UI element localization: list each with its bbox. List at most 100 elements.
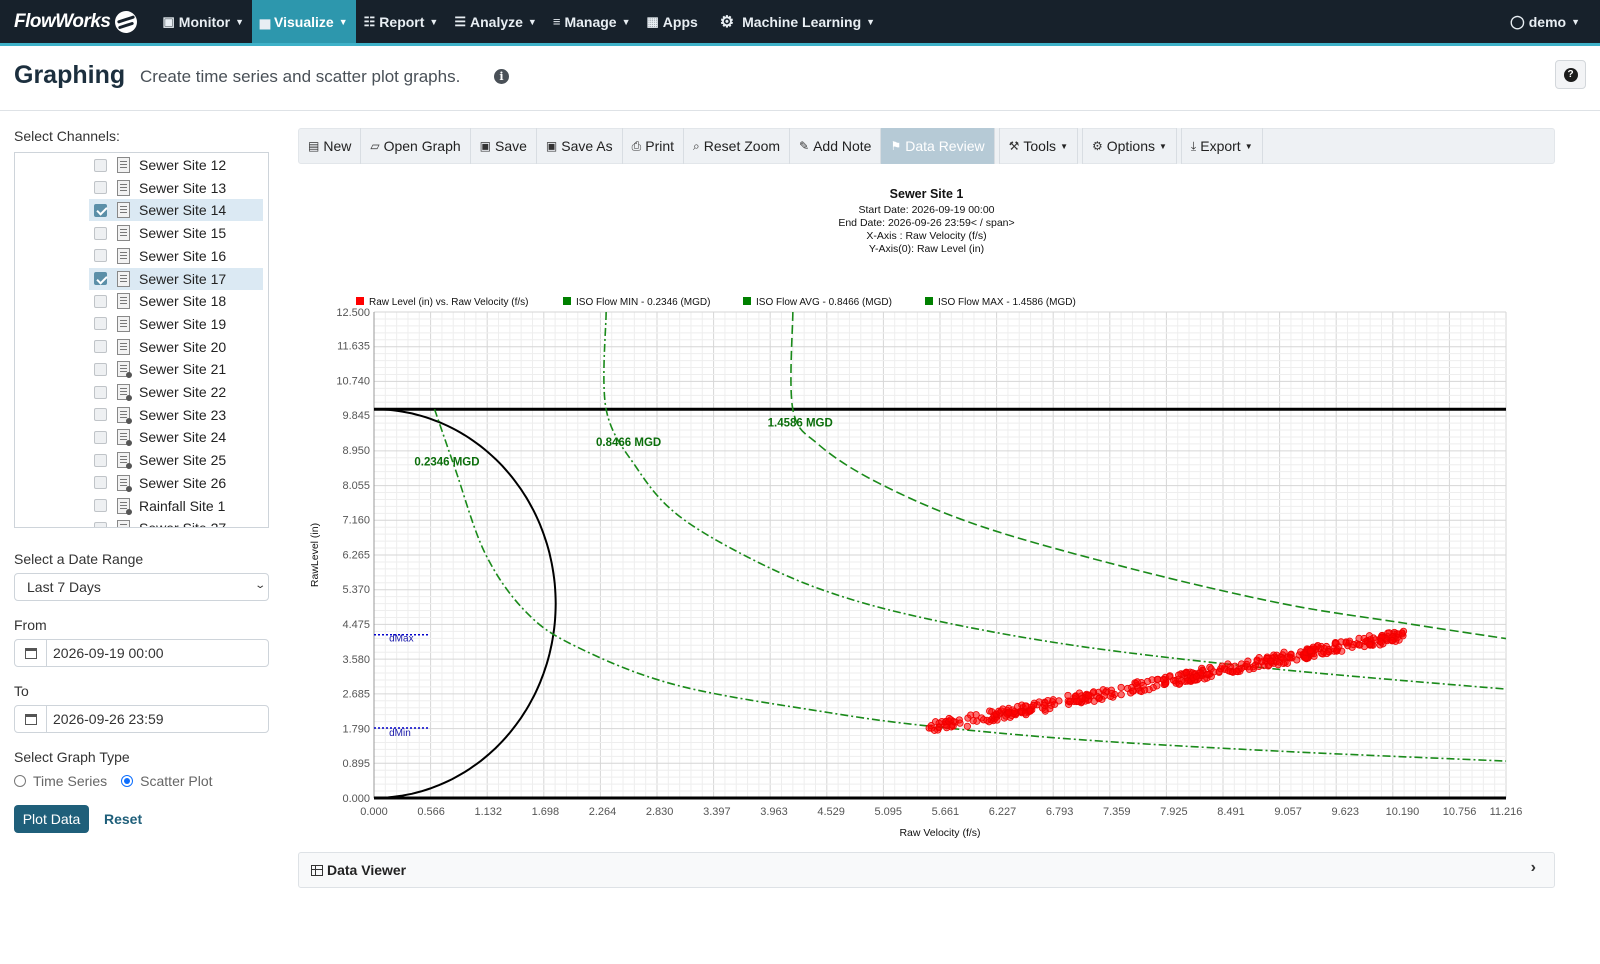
legend-swatch bbox=[925, 297, 933, 305]
reset-zoom-button[interactable]: ⌕ Reset Zoom bbox=[684, 128, 791, 164]
chevron-right-icon[interactable]: › bbox=[1531, 859, 1536, 877]
nav-report[interactable]: ☷ Report ▼ bbox=[356, 0, 447, 43]
add-note-button[interactable]: ✎ Add Note bbox=[790, 128, 882, 164]
print-label: Print bbox=[645, 138, 675, 154]
channel-item[interactable]: Sewer Site 14 bbox=[89, 199, 263, 222]
scatter-point bbox=[935, 723, 943, 731]
y-tick-label: 5.370 bbox=[342, 584, 370, 596]
page-header: Graphing Create time series and scatter … bbox=[0, 49, 1600, 111]
scatter-point bbox=[1365, 640, 1374, 648]
info-icon[interactable]: i bbox=[494, 69, 509, 84]
channel-checkbox[interactable] bbox=[94, 476, 107, 490]
plot-data-button[interactable]: Plot Data bbox=[14, 805, 89, 833]
channel-label: Sewer Site 15 bbox=[139, 225, 227, 242]
chevron-down-icon: ⌄ bbox=[253, 580, 266, 591]
chart-canvas[interactable]: 0.000 0.566 1.132 1.698 2.264 2.830 3.397 3.963… bbox=[298, 180, 1555, 845]
channel-item[interactable]: Sewer Site 23 bbox=[89, 404, 263, 426]
channel-label: Sewer Site 14 bbox=[139, 202, 227, 219]
nav-analyze[interactable]: ☰ Analyze ▼ bbox=[446, 0, 545, 43]
to-date-input[interactable]: 2026-09-26 23:59 bbox=[14, 705, 269, 733]
export-dropdown[interactable]: ⤓ Export ▼ bbox=[1180, 128, 1263, 164]
channel-checkbox[interactable] bbox=[94, 294, 107, 308]
channel-list[interactable]: Sewer Site 12 Sewer Site 13 Sewer Site 14 S… bbox=[14, 152, 269, 528]
channel-item[interactable]: Sewer Site 12 bbox=[89, 154, 263, 176]
channel-item[interactable]: Sewer Site 15 bbox=[89, 222, 263, 244]
open-graph-button[interactable]: ▱ Open Graph bbox=[361, 128, 471, 164]
channel-checkbox[interactable] bbox=[94, 385, 107, 399]
data-review-button[interactable]: ⚑ Data Review bbox=[881, 128, 995, 164]
channel-item[interactable]: Sewer Site 21 bbox=[89, 358, 263, 380]
channel-item[interactable]: Sewer Site 18 bbox=[89, 290, 263, 312]
radio-scatter-plot[interactable] bbox=[121, 775, 134, 787]
scatter-chart[interactable]: Sewer Site 1 Start Date: 2026-09-19 00:0… bbox=[298, 180, 1555, 845]
caret-down-icon: ▼ bbox=[338, 16, 348, 27]
channel-checkbox[interactable] bbox=[94, 317, 107, 331]
channel-item[interactable]: Sewer Site 24 bbox=[89, 426, 263, 448]
radio-scatter-plot-label[interactable]: Scatter Plot bbox=[140, 773, 212, 789]
save-as-label: Save As bbox=[561, 138, 613, 154]
nav-machine-learning[interactable]: ⚙ Machine Learning ▼ bbox=[712, 0, 883, 43]
options-dropdown[interactable]: ⚙ Options ▼ bbox=[1081, 128, 1177, 164]
channel-item[interactable]: Sewer Site 13 bbox=[89, 177, 263, 199]
scatter-point bbox=[1306, 646, 1315, 655]
nav-visualize[interactable]: ▅ Visualize ▼ bbox=[252, 0, 356, 43]
channel-checkbox[interactable] bbox=[94, 408, 107, 422]
new-button[interactable]: ▤ New bbox=[299, 128, 362, 164]
tools-dropdown[interactable]: ⚒ Tools ▼ bbox=[998, 128, 1078, 164]
user-menu[interactable]: ◯ demo ▼ bbox=[1502, 0, 1588, 43]
channel-item[interactable]: Sewer Site 25 bbox=[89, 449, 263, 471]
chart-annotation: dMax bbox=[389, 634, 413, 645]
channel-item[interactable]: Sewer Site 26 bbox=[89, 472, 263, 494]
radio-time-series-label[interactable]: Time Series bbox=[33, 773, 107, 789]
scatter-point bbox=[1018, 701, 1026, 709]
data-viewer-panel[interactable]: Data Viewer › bbox=[298, 852, 1555, 888]
x-tick-label: 0.566 bbox=[417, 806, 445, 818]
nav-monitor[interactable]: ▣ Monitor ▼ bbox=[155, 0, 253, 43]
save-button[interactable]: ▣ Save bbox=[471, 128, 537, 164]
scatter-point bbox=[1026, 707, 1034, 715]
brand-logo[interactable]: FlowWorks bbox=[14, 10, 137, 33]
channel-checkbox[interactable] bbox=[94, 499, 107, 512]
calendar-icon[interactable] bbox=[15, 640, 47, 666]
channel-type-icon bbox=[117, 179, 130, 196]
channel-checkbox[interactable] bbox=[94, 430, 107, 444]
print-button[interactable]: ⎙ Print bbox=[623, 128, 685, 164]
y-tick-label: 8.950 bbox=[342, 445, 370, 457]
x-tick-label: 6.793 bbox=[1046, 806, 1074, 818]
date-range-select[interactable]: Last 7 Days ⌄ bbox=[14, 573, 269, 601]
robot-icon: ⚙ bbox=[719, 13, 735, 31]
nav-apps[interactable]: ▦ Apps bbox=[638, 0, 705, 43]
y-axis-title: RawLevel (in) bbox=[309, 523, 321, 587]
channel-item[interactable]: Sewer Site 22 bbox=[89, 381, 263, 403]
data-review-label: Data Review bbox=[905, 138, 985, 154]
channel-item[interactable]: Sewer Site 17 bbox=[89, 267, 263, 290]
radio-time-series[interactable] bbox=[14, 775, 26, 787]
caret-down-icon: ▼ bbox=[1060, 141, 1068, 151]
channel-checkbox[interactable] bbox=[94, 249, 107, 263]
channel-item[interactable]: Sewer Site 19 bbox=[89, 313, 263, 335]
calendar-icon[interactable] bbox=[15, 706, 47, 732]
channel-item[interactable]: Sewer Site 27 bbox=[89, 517, 263, 527]
channel-checkbox[interactable] bbox=[94, 362, 107, 376]
caret-down-icon: ▼ bbox=[235, 16, 245, 27]
scatter-point bbox=[1360, 634, 1368, 643]
channel-type-icon bbox=[117, 202, 130, 219]
channel-checkbox[interactable] bbox=[94, 453, 107, 467]
from-date-input[interactable]: 2026-09-19 00:00 bbox=[14, 639, 269, 667]
channel-checkbox[interactable] bbox=[94, 181, 107, 195]
channel-checkbox[interactable] bbox=[94, 340, 107, 354]
channel-checkbox[interactable] bbox=[94, 521, 107, 527]
channel-checkbox[interactable] bbox=[94, 203, 107, 217]
channel-item[interactable]: Sewer Site 16 bbox=[89, 245, 263, 267]
channel-item[interactable]: Rainfall Site 1 bbox=[89, 495, 263, 517]
channel-checkbox[interactable] bbox=[94, 272, 107, 285]
save-as-button[interactable]: ▣ Save As bbox=[537, 128, 623, 164]
reset-button[interactable]: Reset bbox=[104, 811, 142, 827]
channel-checkbox[interactable] bbox=[94, 226, 107, 240]
channel-checkbox[interactable] bbox=[94, 158, 107, 172]
channel-label: Rainfall Site 1 bbox=[139, 497, 226, 514]
scatter-point bbox=[1011, 707, 1019, 716]
help-button[interactable]: ? bbox=[1555, 60, 1586, 89]
channel-item[interactable]: Sewer Site 20 bbox=[89, 336, 263, 358]
nav-manage[interactable]: ≡ Manage ▼ bbox=[545, 0, 639, 43]
